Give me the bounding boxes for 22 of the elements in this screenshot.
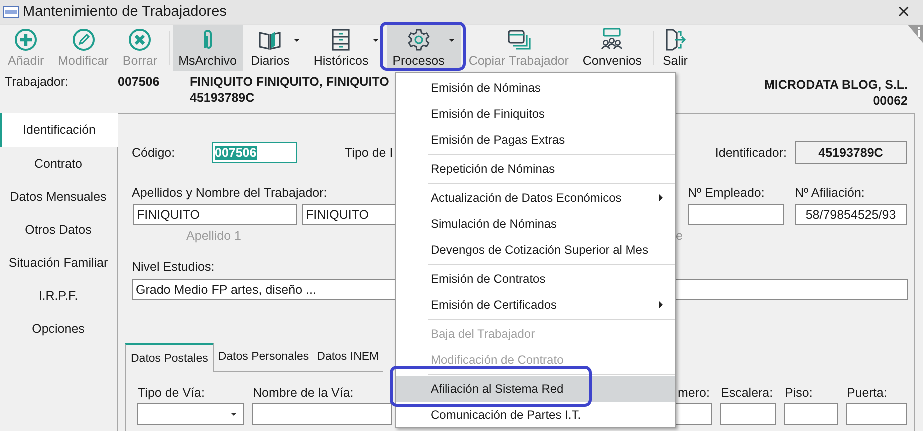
education-label: Nivel Estudios: <box>132 260 216 274</box>
company-name: MICRODATA BLOG, S.L. <box>764 78 908 92</box>
field-label: Escalera: <box>720 386 774 400</box>
id-type-label: Tipo de I <box>345 146 394 160</box>
window-title: Mantenimiento de Trabajadores <box>23 4 227 20</box>
field-label: Nombre de la Vía: <box>252 386 355 400</box>
company-code: 00062 <box>873 94 908 108</box>
field-label: Piso: <box>784 386 814 400</box>
worker-name: FINIQUITO FINIQUITO, FINIQUITO <box>190 75 390 89</box>
identifier-label: Identificador: <box>715 146 787 160</box>
worker-code: 007506 <box>118 75 161 89</box>
field-label: mero: <box>677 386 711 400</box>
code-label: Código: <box>132 146 176 160</box>
employee-number-label: Nº Empleado: <box>688 186 766 200</box>
affiliation-label: Nº Afiliación: <box>795 186 866 200</box>
worker-label: Trabajador: <box>5 75 70 89</box>
field-caption: e <box>676 229 683 243</box>
name-label: Apellidos y Nombre del Trabajador: <box>132 186 328 200</box>
worker-id: 45193789C <box>190 91 256 105</box>
field-label: Puerta: <box>846 386 888 400</box>
field-caption: Apellido 1 <box>186 229 242 243</box>
field-label: Tipo de Vía: <box>137 386 206 400</box>
